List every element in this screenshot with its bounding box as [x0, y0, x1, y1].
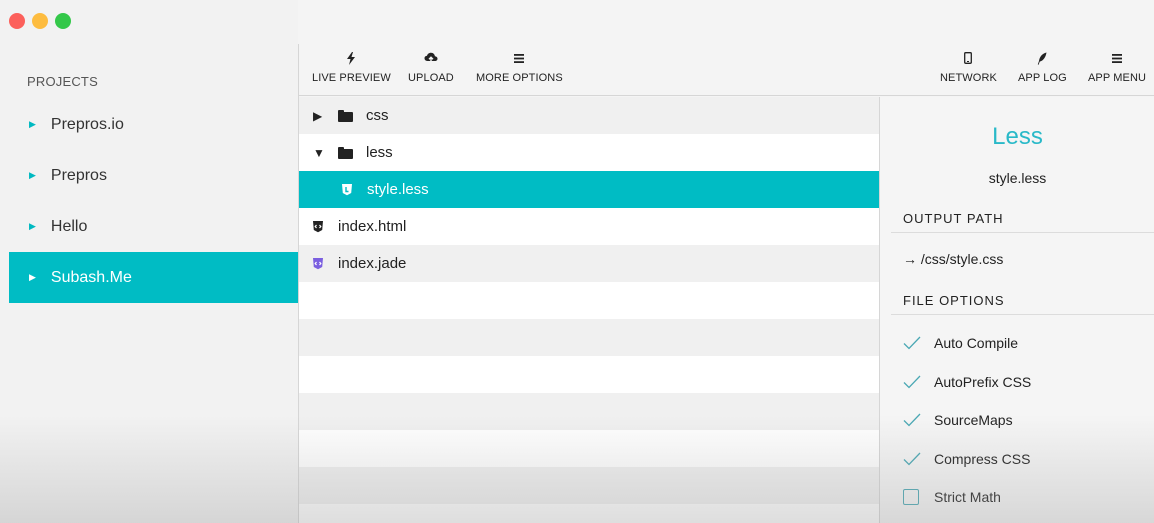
mobile-device-icon [964, 50, 973, 66]
app-menu-button[interactable]: APP MENU [1088, 50, 1146, 84]
more-options-button[interactable]: MORE OPTIONS [476, 50, 563, 84]
project-item-subash-me[interactable]: ▶ Subash.Me [9, 252, 298, 303]
checkmark-icon [903, 336, 921, 350]
auto-compile-option[interactable]: Auto Compile [903, 335, 1018, 351]
lightning-icon [346, 50, 356, 66]
projects-heading: PROJECTS [27, 74, 98, 89]
expand-arrow-icon: ▶ [29, 119, 36, 129]
file-tree: ▶ css ▼ less style.less index.html index… [299, 97, 879, 523]
project-label: Prepros [50, 166, 107, 184]
file-row-style-less[interactable]: style.less [299, 171, 879, 208]
live-preview-button[interactable]: LIVE PREVIEW [312, 50, 391, 84]
expand-arrow-icon: ▶ [29, 170, 36, 180]
close-window-button[interactable] [9, 13, 25, 29]
less-shield-icon [341, 183, 353, 196]
window-controls [9, 13, 71, 29]
file-options-heading: FILE OPTIONS [903, 293, 1005, 308]
feather-icon [1037, 50, 1047, 66]
unchecked-checkbox[interactable] [903, 489, 919, 505]
checkmark-icon [903, 413, 921, 427]
project-item-prepros[interactable]: ▶ Prepros [9, 150, 298, 201]
collapsed-triangle-icon[interactable]: ▶ [313, 109, 325, 123]
minimize-window-button[interactable] [32, 13, 48, 29]
folder-icon [338, 146, 353, 159]
cloud-upload-icon [424, 50, 438, 66]
project-label: Prepros.io [50, 115, 124, 133]
expand-arrow-icon: ▶ [29, 272, 36, 282]
project-label: Hello [50, 217, 88, 235]
hamburger-icon [514, 50, 525, 66]
app-log-button[interactable]: APP LOG [1018, 50, 1067, 84]
output-path-value[interactable]: → /css/style.css [903, 251, 1003, 267]
divider [891, 232, 1154, 233]
sourcemaps-option[interactable]: SourceMaps [903, 412, 1013, 428]
maximize-window-button[interactable] [55, 13, 71, 29]
app-window: PROJECTS ▶ Prepros.io ▶ Prepros ▶ Hello … [0, 0, 1154, 523]
folder-icon [338, 109, 353, 122]
compress-css-option[interactable]: Compress CSS [903, 451, 1030, 467]
file-details-panel: Less style.less OUTPUT PATH → /css/style… [879, 97, 1154, 523]
toolbar: LIVE PREVIEW UPLOAD MORE OPTIONS NETWORK… [299, 44, 1154, 96]
expand-arrow-icon: ▶ [29, 221, 36, 231]
divider [891, 314, 1154, 315]
html-shield-icon [312, 220, 324, 233]
jade-shield-icon [312, 257, 324, 270]
project-item-hello[interactable]: ▶ Hello [9, 201, 298, 252]
project-list: ▶ Prepros.io ▶ Prepros ▶ Hello ▶ Subash.… [9, 99, 298, 303]
project-label: Subash.Me [50, 268, 132, 286]
expanded-triangle-icon[interactable]: ▼ [313, 146, 325, 160]
file-row-index-html[interactable]: index.html [299, 208, 879, 245]
language-title: Less [992, 123, 1043, 150]
selected-file-name: style.less [988, 170, 1047, 186]
checkmark-icon [903, 452, 921, 466]
folder-row-less[interactable]: ▼ less [299, 134, 879, 171]
output-path-heading: OUTPUT PATH [903, 211, 1004, 226]
strict-math-option[interactable]: Strict Math [903, 489, 1001, 505]
file-row-index-jade[interactable]: index.jade [299, 245, 879, 282]
upload-button[interactable]: UPLOAD [408, 50, 454, 84]
network-button[interactable]: NETWORK [940, 50, 997, 84]
project-item-prepros-io[interactable]: ▶ Prepros.io [9, 99, 298, 150]
autoprefix-css-option[interactable]: AutoPrefix CSS [903, 374, 1031, 390]
folder-row-css[interactable]: ▶ css [299, 97, 879, 134]
hamburger-icon [1112, 50, 1123, 66]
projects-sidebar: PROJECTS ▶ Prepros.io ▶ Prepros ▶ Hello … [0, 0, 298, 523]
checkmark-icon [903, 375, 921, 389]
